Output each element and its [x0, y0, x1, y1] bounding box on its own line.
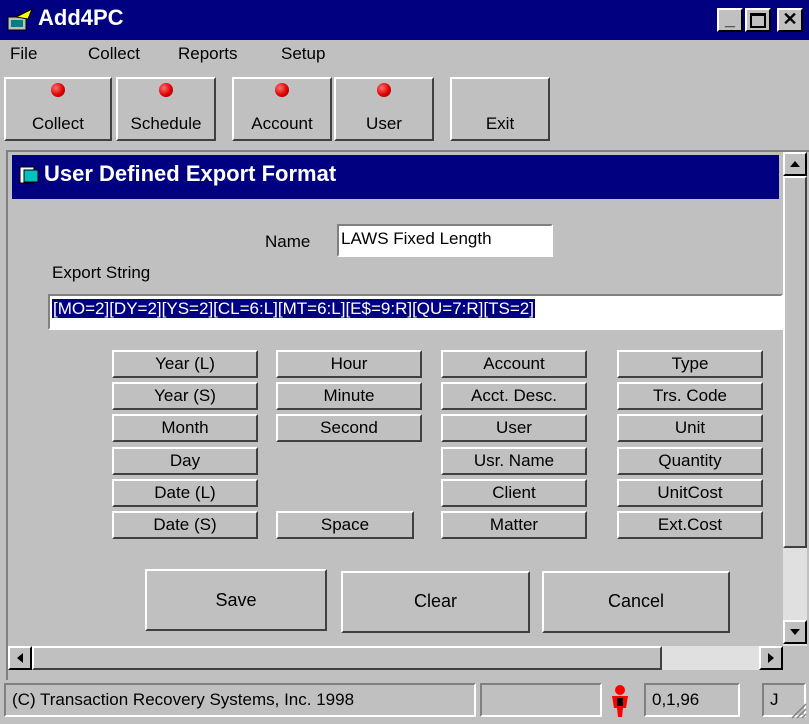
user-button[interactable]: User [334, 77, 434, 141]
vertical-scroll-thumb[interactable] [783, 176, 807, 548]
account-field-button[interactable]: Account [441, 350, 587, 378]
client-button[interactable]: Client [441, 479, 587, 507]
status-copyright: (C) Transaction Recovery Systems, Inc. 1… [4, 683, 476, 717]
name-input[interactable]: LAWS Fixed Length [337, 224, 553, 257]
arrow-up-icon [790, 161, 800, 167]
person-icon [606, 684, 634, 718]
menu-file[interactable]: File [10, 44, 37, 64]
matter-button[interactable]: Matter [441, 511, 587, 539]
scroll-left-button[interactable] [8, 646, 32, 670]
status-panel-empty [480, 683, 602, 717]
close-button[interactable]: ✕ [777, 8, 803, 32]
minute-button[interactable]: Minute [276, 382, 422, 410]
menu-setup[interactable]: Setup [281, 44, 325, 64]
collect-button[interactable]: Collect [4, 77, 112, 141]
minimize-button[interactable]: _ [717, 8, 743, 32]
month-button[interactable]: Month [112, 414, 258, 442]
save-button[interactable]: Save [145, 569, 327, 631]
usr-name-button[interactable]: Usr. Name [441, 447, 587, 475]
date-short-button[interactable]: Date (S) [112, 511, 258, 539]
user-field-button[interactable]: User [441, 414, 587, 442]
clear-button[interactable]: Clear [341, 571, 530, 633]
menu-reports[interactable]: Reports [178, 44, 238, 64]
window-title: Add4PC [38, 5, 124, 30]
resize-grip-icon[interactable] [789, 701, 807, 719]
arrow-down-icon [790, 629, 800, 635]
scroll-down-button[interactable] [783, 620, 807, 644]
form-title: User Defined Export Format [44, 161, 337, 186]
schedule-button[interactable]: Schedule [116, 77, 216, 141]
maximize-button[interactable] [745, 8, 771, 32]
maximize-icon [750, 13, 766, 28]
name-label: Name [265, 232, 311, 251]
extcost-button[interactable]: Ext.Cost [617, 511, 763, 539]
led-icon [275, 83, 289, 97]
unit-button[interactable]: Unit [617, 414, 763, 442]
led-icon [377, 83, 391, 97]
menu-collect[interactable]: Collect [88, 44, 140, 64]
status-version: 0,1,96 [644, 683, 740, 717]
second-button[interactable]: Second [276, 414, 422, 442]
export-string-label: Export String [52, 263, 151, 282]
led-icon [159, 83, 173, 97]
year-short-button[interactable]: Year (S) [112, 382, 258, 410]
hour-button[interactable]: Hour [276, 350, 422, 378]
account-button[interactable]: Account [232, 77, 332, 141]
cancel-button[interactable]: Cancel [542, 571, 730, 633]
space-button[interactable]: Space [276, 511, 414, 539]
exit-button[interactable]: Exit [450, 77, 550, 141]
scroll-up-button[interactable] [783, 152, 807, 176]
led-icon [51, 83, 65, 97]
close-icon: ✕ [782, 9, 798, 29]
acct-desc-button[interactable]: Acct. Desc. [441, 382, 587, 410]
year-long-button[interactable]: Year (L) [112, 350, 258, 378]
horizontal-scroll-thumb[interactable] [32, 646, 662, 670]
app-icon [6, 7, 34, 33]
export-string-value: [MO=2][DY=2][YS=2][CL=6:L][MT=6:L][E$=9:… [52, 299, 535, 318]
scroll-right-button[interactable] [759, 646, 783, 670]
trs-code-button[interactable]: Trs. Code [617, 382, 763, 410]
unitcost-button[interactable]: UnitCost [617, 479, 763, 507]
quantity-button[interactable]: Quantity [617, 447, 763, 475]
date-long-button[interactable]: Date (L) [112, 479, 258, 507]
minimize-icon: _ [724, 9, 735, 29]
day-button[interactable]: Day [112, 447, 258, 475]
arrow-right-icon [768, 653, 774, 663]
arrow-left-icon [17, 653, 23, 663]
type-button[interactable]: Type [617, 350, 763, 378]
form-icon [18, 164, 40, 186]
export-string-input[interactable]: [MO=2][DY=2][YS=2][CL=6:L][MT=6:L][E$=9:… [48, 294, 783, 330]
